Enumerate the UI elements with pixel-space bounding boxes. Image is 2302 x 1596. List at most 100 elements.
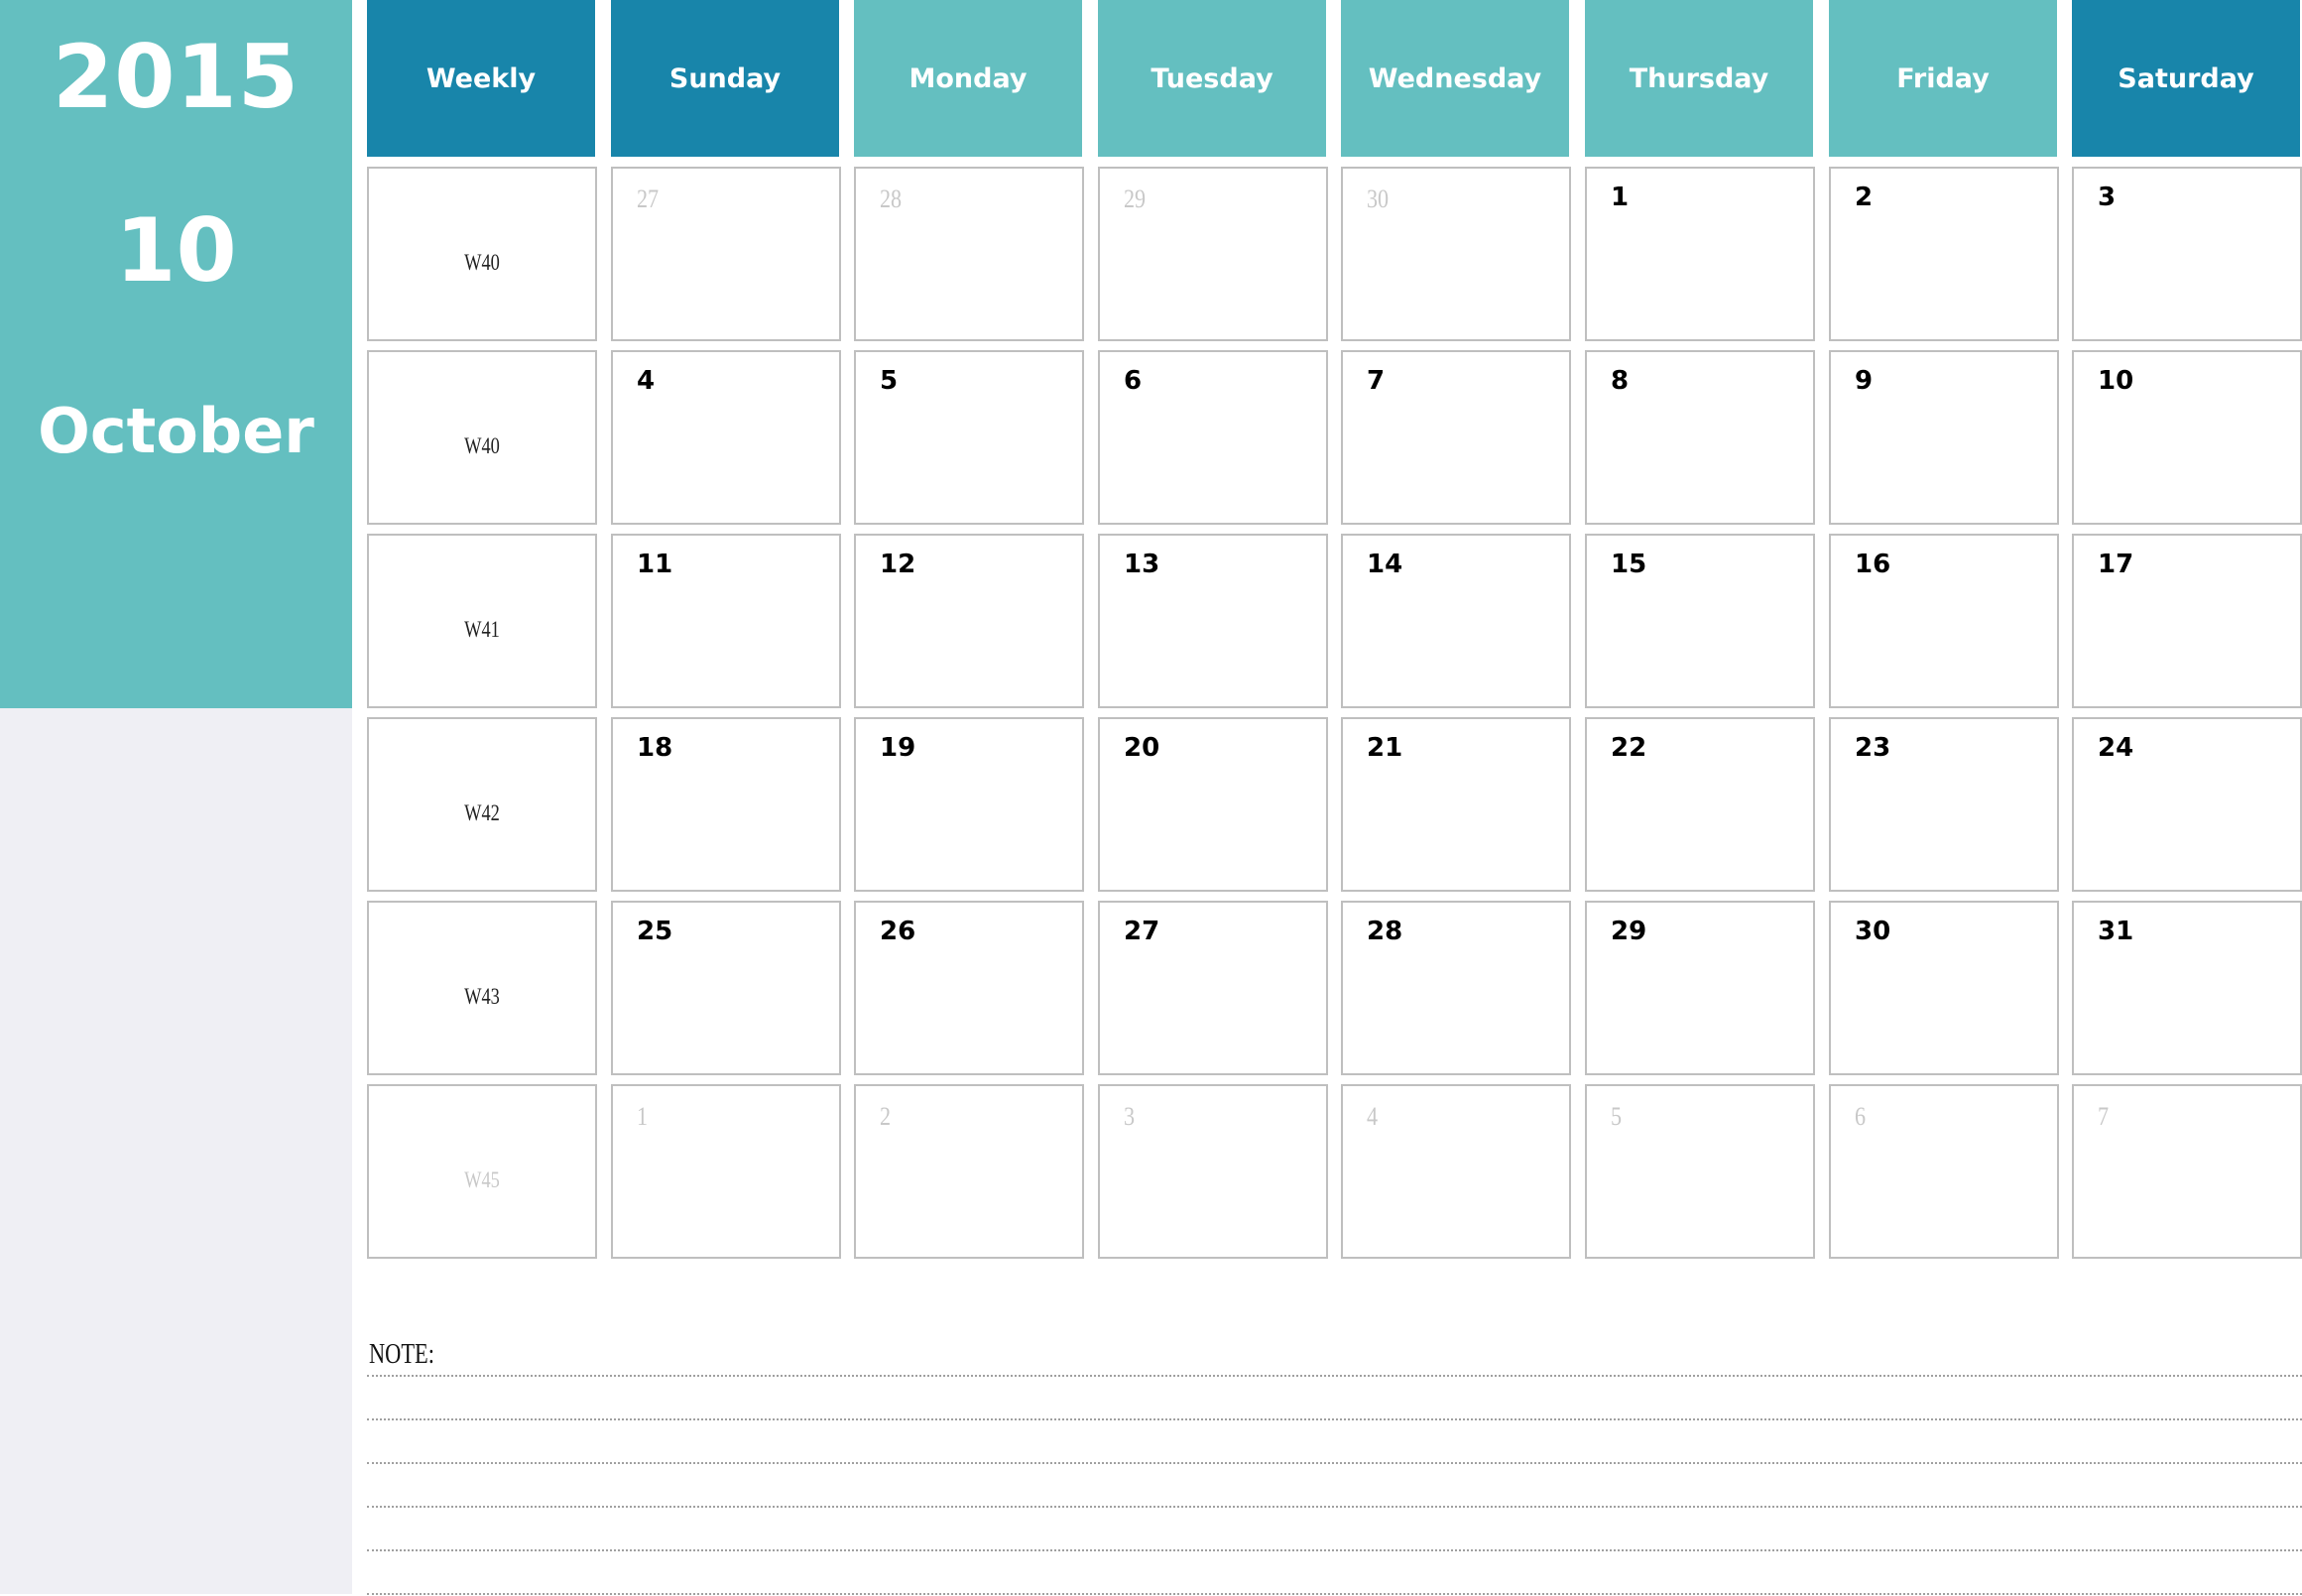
week-cell: W40 [367, 350, 597, 525]
day-cell-adjacent-month[interactable]: 1 [611, 1084, 841, 1259]
day-number: 7 [2098, 1102, 2110, 1131]
day-number: 25 [637, 917, 673, 946]
day-number: 1 [1611, 183, 1630, 212]
day-number: 21 [1367, 733, 1403, 763]
day-number: 14 [1367, 550, 1403, 579]
day-number: 27 [637, 184, 660, 213]
day-cell-adjacent-month[interactable]: 27 [611, 167, 841, 341]
day-number: 26 [880, 917, 916, 946]
day-cell[interactable]: 17 [2072, 534, 2302, 708]
day-number: 3 [1124, 1102, 1136, 1131]
day-cell[interactable]: 28 [1341, 901, 1571, 1075]
day-cell[interactable]: 23 [1829, 717, 2059, 892]
note-line[interactable] [367, 1375, 2302, 1377]
day-cell[interactable]: 24 [2072, 717, 2302, 892]
day-cell[interactable]: 25 [611, 901, 841, 1075]
day-number: 4 [1367, 1102, 1379, 1131]
day-cell[interactable]: 26 [854, 901, 1084, 1075]
day-number: 2 [880, 1102, 892, 1131]
day-cell[interactable]: 30 [1829, 901, 2059, 1075]
note-line[interactable] [367, 1593, 2302, 1595]
day-cell[interactable]: 19 [854, 717, 1084, 892]
day-cell[interactable]: 27 [1098, 901, 1328, 1075]
sidebar-date-panel: 2015 10 October [0, 0, 352, 708]
day-number: 8 [1611, 366, 1630, 396]
day-number: 23 [1855, 733, 1891, 763]
week-cell: W45 [367, 1084, 597, 1259]
week-number-label: W43 [464, 984, 500, 1009]
day-cell-adjacent-month[interactable]: 6 [1829, 1084, 2059, 1259]
day-number: 7 [1367, 366, 1386, 396]
day-number: 30 [1855, 917, 1891, 946]
header-friday: Friday [1829, 0, 2057, 157]
day-cell[interactable]: 1 [1585, 167, 1815, 341]
day-cell[interactable]: 2 [1829, 167, 2059, 341]
day-number: 2 [1855, 183, 1874, 212]
week-cell: W42 [367, 717, 597, 892]
day-cell[interactable]: 20 [1098, 717, 1328, 892]
note-line[interactable] [367, 1418, 2302, 1420]
day-cell[interactable]: 12 [854, 534, 1084, 708]
week-number-label: W41 [464, 617, 500, 642]
day-cell-adjacent-month[interactable]: 7 [2072, 1084, 2302, 1259]
day-number: 5 [880, 366, 899, 396]
day-cell-adjacent-month[interactable]: 28 [854, 167, 1084, 341]
header-wednesday: Wednesday [1341, 0, 1569, 157]
day-cell[interactable]: 14 [1341, 534, 1571, 708]
day-number: 20 [1124, 733, 1160, 763]
month-name-label: October [38, 395, 314, 467]
day-number: 17 [2098, 550, 2134, 579]
day-number: 16 [1855, 550, 1891, 579]
day-cell[interactable]: 13 [1098, 534, 1328, 708]
day-cell[interactable]: 16 [1829, 534, 2059, 708]
header-tuesday: Tuesday [1098, 0, 1326, 157]
day-cell[interactable]: 9 [1829, 350, 2059, 525]
day-cell-adjacent-month[interactable]: 2 [854, 1084, 1084, 1259]
day-cell[interactable]: 18 [611, 717, 841, 892]
day-cell[interactable]: 3 [2072, 167, 2302, 341]
day-cell[interactable]: 21 [1341, 717, 1571, 892]
day-number: 6 [1855, 1102, 1867, 1131]
day-number: 15 [1611, 550, 1647, 579]
day-cell[interactable]: 7 [1341, 350, 1571, 525]
day-number: 5 [1611, 1102, 1623, 1131]
day-number: 29 [1611, 917, 1647, 946]
year-label: 2015 [53, 26, 300, 128]
day-cell[interactable]: 22 [1585, 717, 1815, 892]
day-cell-adjacent-month[interactable]: 5 [1585, 1084, 1815, 1259]
day-number: 12 [880, 550, 916, 579]
week-number-label: W40 [464, 250, 500, 275]
header-thursday: Thursday [1585, 0, 1813, 157]
day-number: 28 [880, 184, 903, 213]
day-number: 31 [2098, 917, 2134, 946]
day-number: 1 [637, 1102, 649, 1131]
day-number: 13 [1124, 550, 1160, 579]
day-cell-adjacent-month[interactable]: 3 [1098, 1084, 1328, 1259]
week-number-label: W42 [464, 800, 500, 825]
note-line[interactable] [367, 1549, 2302, 1551]
day-cell[interactable]: 10 [2072, 350, 2302, 525]
day-number: 29 [1124, 184, 1147, 213]
week-number-label: W40 [464, 433, 500, 458]
day-number: 24 [2098, 733, 2134, 763]
day-cell[interactable]: 5 [854, 350, 1084, 525]
day-number: 27 [1124, 917, 1160, 946]
day-cell-adjacent-month[interactable]: 29 [1098, 167, 1328, 341]
day-cell-adjacent-month[interactable]: 30 [1341, 167, 1571, 341]
note-line[interactable] [367, 1506, 2302, 1508]
day-cell-adjacent-month[interactable]: 4 [1341, 1084, 1571, 1259]
day-number: 18 [637, 733, 673, 763]
day-number: 19 [880, 733, 916, 763]
day-cell[interactable]: 11 [611, 534, 841, 708]
day-cell[interactable]: 6 [1098, 350, 1328, 525]
week-cell: W40 [367, 167, 597, 341]
week-cell: W41 [367, 534, 597, 708]
day-cell[interactable]: 15 [1585, 534, 1815, 708]
day-cell[interactable]: 8 [1585, 350, 1815, 525]
note-line[interactable] [367, 1462, 2302, 1464]
day-cell[interactable]: 31 [2072, 901, 2302, 1075]
month-number-label: 10 [115, 199, 237, 302]
day-cell[interactable]: 29 [1585, 901, 1815, 1075]
day-cell[interactable]: 4 [611, 350, 841, 525]
day-number: 11 [637, 550, 673, 579]
